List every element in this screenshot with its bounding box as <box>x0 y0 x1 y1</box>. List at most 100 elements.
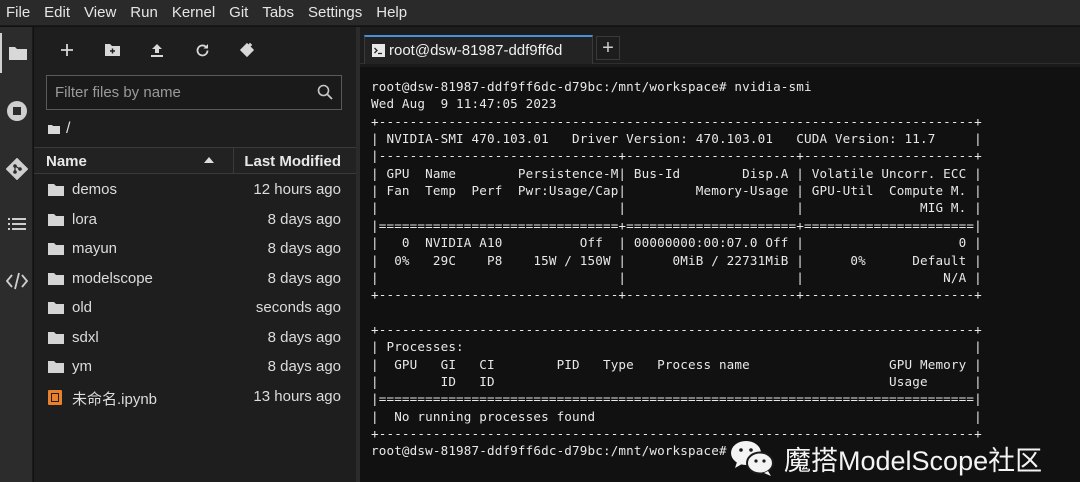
folder-icon <box>48 331 64 344</box>
folder-icon <box>8 47 27 60</box>
folder-icon <box>48 184 64 196</box>
file-modified: seconds ago <box>255 299 341 316</box>
file-browser-toolbar <box>34 27 356 73</box>
terminal-line: | GPU GI CI PID Type Process name GPU Me… <box>371 356 982 372</box>
filter-files-input[interactable] <box>55 76 315 109</box>
file-modified: 12 hours ago <box>253 181 341 198</box>
file-item[interactable]: mayun 8 days ago <box>34 234 356 264</box>
tab-bar: root@dsw-81987-ddf9ff6d + <box>360 27 1080 64</box>
running-sessions-tab[interactable] <box>0 91 33 131</box>
main-area: root@dsw-81987-ddf9ff6d + root@dsw-81987… <box>360 27 1080 482</box>
new-folder-icon <box>104 44 120 56</box>
terminal-output[interactable]: root@dsw-81987-ddf9ff6dc-d79bc:/mnt/work… <box>360 67 1080 482</box>
file-item[interactable]: modelscope 8 days ago <box>34 264 356 294</box>
file-item[interactable]: ym 8 days ago <box>34 352 356 382</box>
file-modified: 13 hours ago <box>253 387 341 405</box>
column-divider[interactable] <box>233 148 234 174</box>
watermark: 魔搭ModelScope社区 <box>728 437 1042 479</box>
folder-icon <box>48 272 64 285</box>
column-header-name[interactable]: Name <box>46 153 87 170</box>
watermark-text: 魔搭ModelScope社区 <box>784 445 1043 476</box>
terminal-line: +---------------------------------------… <box>371 113 982 129</box>
file-name: mayun <box>72 240 118 257</box>
refresh-icon <box>196 43 208 56</box>
terminal-line: |=======================================… <box>371 391 982 407</box>
folder-icon <box>48 302 64 314</box>
file-name: modelscope <box>72 269 153 287</box>
running-icon <box>6 101 27 121</box>
file-name: old <box>72 299 93 316</box>
terminal-line: | GPU Name Persistence-M| Bus-Id Disp.A … <box>371 165 982 181</box>
menu-file[interactable]: File <box>0 0 37 26</box>
terminal-line: | NVIDIA-SMI 470.103.01 Driver Version: … <box>371 131 982 147</box>
terminal-line: root@dsw-81987-ddf9ff6dc-d79bc:/mnt/work… <box>371 443 727 459</box>
file-modified: 8 days ago <box>267 210 341 228</box>
add-tab-button[interactable]: + <box>596 36 620 60</box>
file-browser-panel: / Name Last Modified demos 12 hours ago … <box>34 27 356 482</box>
terminal-line: | | | N/A | <box>371 269 982 285</box>
new-launcher-button[interactable] <box>55 39 79 61</box>
menu-tabs[interactable]: Tabs <box>255 0 301 26</box>
folder-icon <box>48 213 64 226</box>
git-clone-icon <box>239 42 255 58</box>
table-of-contents-tab[interactable] <box>0 204 33 244</box>
sort-ascending-icon <box>204 157 214 163</box>
filter-box <box>46 75 342 110</box>
search-icon <box>317 84 333 100</box>
wechat-icon <box>731 441 774 476</box>
terminal-line: | 0 NVIDIA A10 Off | 00000000:00:07.0 Of… <box>371 235 982 251</box>
file-modified: 8 days ago <box>267 328 341 346</box>
file-browser-tab[interactable] <box>0 33 33 73</box>
file-item[interactable]: 未命名.ipynb 13 hours ago <box>34 382 356 412</box>
file-list: demos 12 hours ago lora 8 days ago mayun… <box>34 175 356 411</box>
git-tab[interactable] <box>0 149 33 189</box>
git-clone-button[interactable] <box>235 39 259 61</box>
toc-icon <box>7 218 26 230</box>
tab-terminal[interactable]: root@dsw-81987-ddf9ff6d <box>364 35 593 64</box>
file-item[interactable]: lora 8 days ago <box>34 205 356 235</box>
notebook-icon <box>48 389 62 405</box>
folder-icon[interactable] <box>48 124 60 134</box>
terminal-line: +---------------------------------------… <box>371 321 982 337</box>
file-item[interactable]: demos 12 hours ago <box>34 175 356 205</box>
upload-button[interactable] <box>145 39 169 61</box>
extensions-tab[interactable] <box>0 261 33 301</box>
upload-icon <box>151 43 163 57</box>
terminal-line: +-------------------------------+-------… <box>371 287 982 303</box>
breadcrumb: / <box>48 119 70 139</box>
terminal-line: | | | MIG M. | <box>371 200 982 216</box>
file-name: 未命名.ipynb <box>72 390 158 408</box>
code-brackets-icon <box>5 272 28 290</box>
menu-help[interactable]: Help <box>369 0 414 26</box>
menu-bar: File Edit View Run Kernel Git Tabs Setti… <box>0 0 1080 26</box>
git-icon <box>5 158 28 180</box>
file-modified: 8 days ago <box>267 240 341 257</box>
terminal-line: | 0% 29C P8 15W / 150W | 0MiB / 22731MiB… <box>371 252 982 268</box>
file-item[interactable]: old seconds ago <box>34 293 356 323</box>
refresh-button[interactable] <box>190 39 214 61</box>
menu-settings[interactable]: Settings <box>301 0 369 26</box>
menu-git[interactable]: Git <box>222 0 255 26</box>
file-item[interactable]: sdxl 8 days ago <box>34 323 356 353</box>
file-list-header: Name Last Modified <box>34 147 356 174</box>
menu-run[interactable]: Run <box>123 0 165 26</box>
file-name: ym <box>72 358 92 375</box>
menu-kernel[interactable]: Kernel <box>165 0 222 26</box>
terminal-line: |-------------------------------+-------… <box>371 148 982 164</box>
file-name: sdxl <box>72 328 99 346</box>
terminal-line: Wed Aug 9 11:47:05 2023 <box>371 96 557 112</box>
terminal-line: | No running processes found | <box>371 408 982 424</box>
activity-bar <box>0 27 33 482</box>
folder-icon <box>48 361 64 373</box>
column-header-last-modified[interactable]: Last Modified <box>244 153 341 170</box>
menu-edit[interactable]: Edit <box>37 0 77 26</box>
file-name: demos <box>72 181 118 198</box>
menu-view[interactable]: View <box>77 0 123 26</box>
tab-label: root@dsw-81987-ddf9ff6d <box>389 42 563 59</box>
new-folder-button[interactable] <box>100 39 124 61</box>
file-name: lora <box>72 210 98 228</box>
breadcrumb-root[interactable]: / <box>66 120 70 138</box>
terminal-line: |===============================+=======… <box>371 217 982 233</box>
terminal-line: | ID ID Usage | <box>371 373 982 389</box>
terminal-line: root@dsw-81987-ddf9ff6dc-d79bc:/mnt/work… <box>371 79 812 94</box>
